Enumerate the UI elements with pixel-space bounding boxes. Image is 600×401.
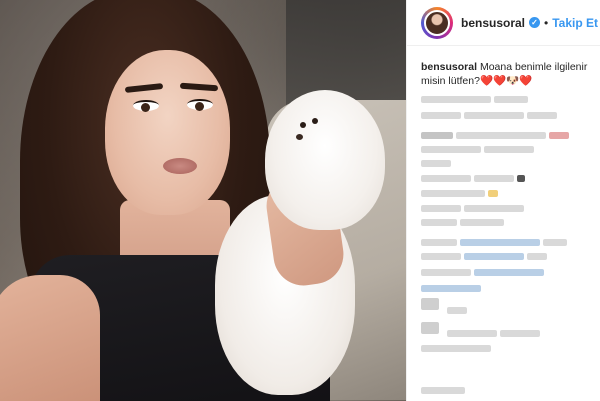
blurred-comment: [447, 325, 543, 338]
verified-badge-icon: ✓: [529, 17, 541, 28]
blurred-comment: [421, 155, 454, 168]
blurred-comment: [421, 248, 550, 261]
post-header: bensusoral ✓ • Takip Et: [407, 0, 600, 46]
blurred-comment: [447, 302, 470, 315]
right-eye: [187, 99, 213, 111]
blurred-comment: [421, 234, 570, 247]
avatar-image: [424, 9, 450, 36]
caption-username[interactable]: bensusoral: [421, 61, 477, 73]
follow-button[interactable]: Takip Et: [552, 16, 598, 30]
post-side-panel: bensusoral ✓ • Takip Et bensusoral Moana…: [406, 0, 600, 401]
reaction-thumbnail: [421, 322, 439, 334]
blurred-comment: [421, 141, 537, 154]
blurred-comment: [421, 340, 494, 353]
post-photo[interactable]: [0, 0, 406, 401]
dog-head: [265, 90, 385, 230]
blurred-comment: [421, 127, 572, 140]
blurred-comment: [421, 214, 507, 227]
blurred-comment: [421, 280, 484, 293]
lips: [163, 158, 197, 174]
avatar[interactable]: [421, 6, 453, 39]
face: [105, 50, 230, 215]
blurred-comment: [421, 382, 468, 395]
dog-eye: [300, 122, 306, 128]
blurred-comment: [421, 91, 531, 104]
blurred-comment: [421, 264, 547, 277]
header-username[interactable]: bensusoral: [461, 16, 525, 30]
blurred-comment: [421, 107, 560, 120]
reaction-thumbnail: [421, 298, 439, 310]
left-eye: [133, 100, 159, 112]
dog-eye: [312, 118, 318, 124]
arm: [0, 275, 100, 401]
separator-dot: •: [544, 15, 549, 30]
blurred-comment: [421, 200, 527, 213]
post-caption: bensusoral Moana benimle ilgilenir misin…: [421, 60, 593, 88]
dog-nose: [296, 134, 303, 140]
blurred-comment: [421, 170, 528, 183]
blurred-comment: [421, 185, 501, 198]
